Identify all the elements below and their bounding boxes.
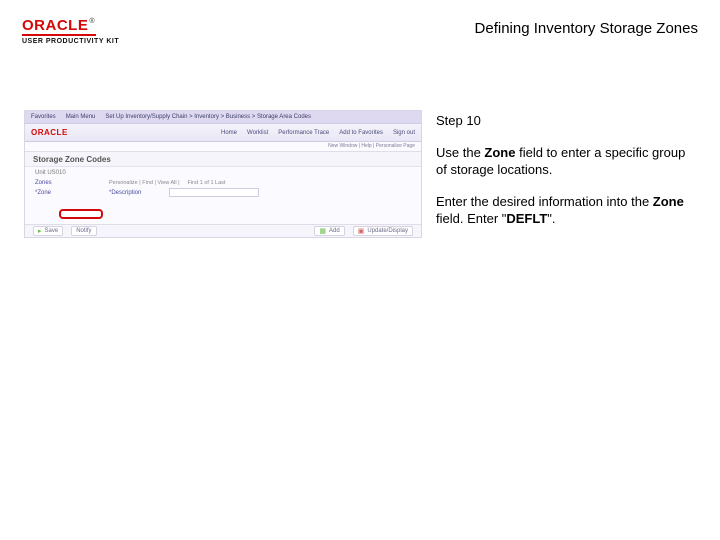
zone-field-highlight[interactable] (59, 209, 103, 219)
ss-update-button: ▣Update/Display (353, 226, 413, 236)
page-title: Defining Inventory Storage Zones (475, 20, 698, 37)
ss-unit: Unit US010 (25, 167, 421, 179)
ss-notify-button: Notify (71, 226, 96, 236)
ss-firstlast: First 1 of 1 Last (188, 180, 226, 186)
ss-save-button: ▸Save (33, 226, 63, 236)
ss-top-main: Main Menu (66, 114, 96, 120)
ss-add-button: ▦Add (314, 226, 344, 236)
oracle-logo-text: ORACLE (22, 17, 88, 34)
ss-fields-row: *Zone *Description (25, 187, 421, 198)
instruction-1: Use the Zone field to enter a specific g… (436, 144, 698, 179)
ss-link-worklist: Worklist (247, 130, 268, 136)
ss-desc-label: *Description (109, 190, 159, 196)
add-icon: ▦ (319, 227, 326, 235)
instruction-2: Enter the desired information into the Z… (436, 193, 698, 228)
ss-link-home: Home (221, 130, 237, 136)
ss-top-fav: Favorites (31, 114, 56, 120)
ss-personalize: Personalize | Find | View All | (109, 180, 180, 186)
ss-link-fav: Add to Favorites (339, 130, 383, 136)
ss-zones-row: Zones Personalize | Find | View All | Fi… (25, 179, 421, 187)
ss-oracle-logo: ORACLE (31, 128, 68, 137)
save-icon: ▸ (38, 227, 42, 235)
brand-subline: USER PRODUCTIVITY KIT (22, 38, 119, 45)
oracle-logo: ORACLE® (22, 18, 119, 33)
ss-zones-label: Zones (35, 180, 99, 186)
registered-mark: ® (89, 18, 95, 25)
ss-bar2: ORACLE Home Worklist Performance Trace A… (25, 124, 421, 142)
ss-bar3-links: New Window | Help | Personalize Page (328, 143, 415, 149)
ss-footer: ▸Save Notify ▦Add ▣Update/Display (25, 224, 421, 237)
app-screenshot: Favorites Main Menu Set Up Inventory/Sup… (24, 110, 422, 238)
ss-topbar: Favorites Main Menu Set Up Inventory/Sup… (25, 111, 421, 124)
update-icon: ▣ (358, 227, 365, 235)
step-label: Step 10 (436, 112, 698, 130)
brand-block: ORACLE® USER PRODUCTIVITY KIT (22, 18, 119, 45)
instructions-panel: Step 10 Use the Zone field to enter a sp… (436, 110, 698, 242)
ss-bar3: New Window | Help | Personalize Page (25, 142, 421, 152)
ss-link-perf: Performance Trace (278, 130, 329, 136)
ss-desc-input (169, 188, 259, 197)
brand-underline (22, 34, 96, 36)
ss-zone-label: *Zone (35, 190, 99, 196)
ss-section-title: Storage Zone Codes (25, 152, 421, 167)
ss-link-signout: Sign out (393, 130, 415, 136)
ss-breadcrumb: Set Up Inventory/Supply Chain > Inventor… (105, 114, 311, 120)
